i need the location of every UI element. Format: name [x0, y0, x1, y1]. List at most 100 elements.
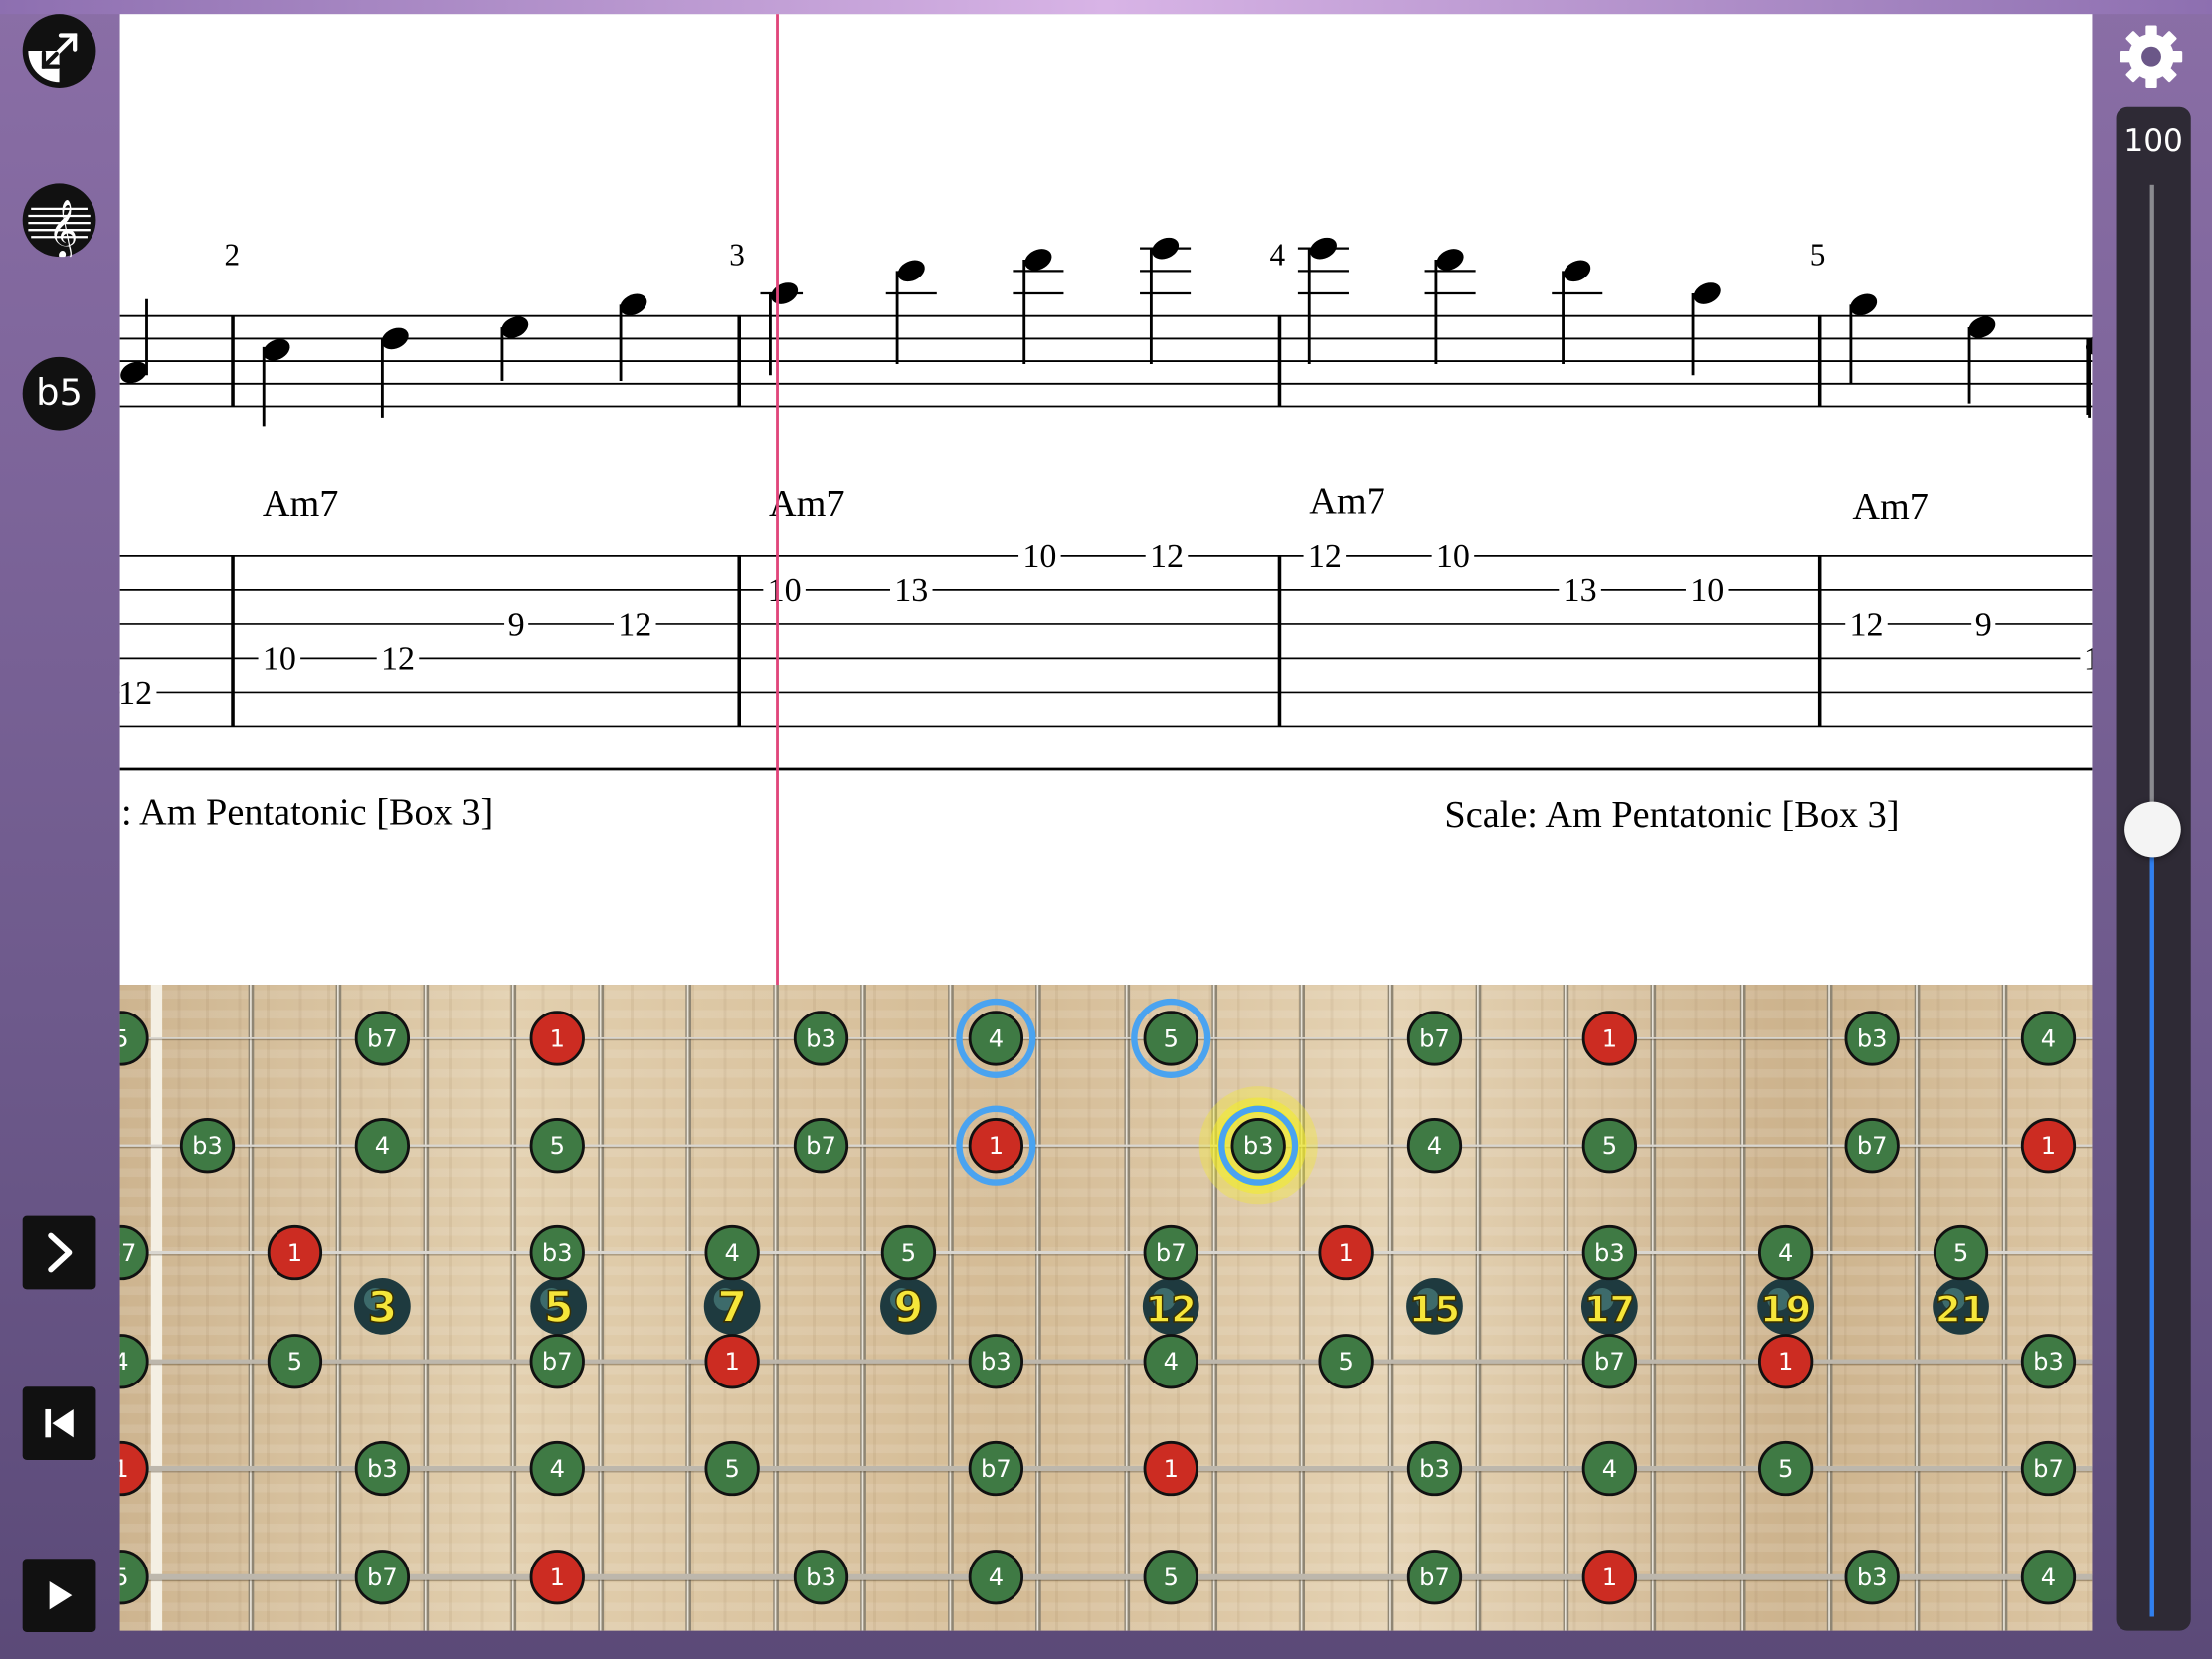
note-degree-label: 5	[724, 1455, 739, 1483]
tab-number: 10	[1022, 538, 1056, 575]
fret-number: 21	[1936, 1288, 1986, 1331]
nut	[150, 985, 163, 1631]
gear-icon	[2120, 25, 2183, 88]
note-stems	[145, 248, 2092, 427]
zoom-slider[interactable]: 100	[2116, 106, 2191, 1631]
tab-number: 13	[1564, 572, 1597, 609]
note-degree-label: b3	[192, 1132, 223, 1160]
fretboard[interactable]: 35791215171921 5b71b345b71b34b345b71b345…	[119, 985, 2093, 1631]
note-degree-label: 5	[1164, 1024, 1179, 1052]
rewind-button[interactable]	[22, 1386, 96, 1461]
note-degree-label: 4	[2041, 1024, 2056, 1052]
note-degree-label: b7	[367, 1564, 398, 1591]
flat-five-button[interactable]: b5	[22, 356, 96, 431]
note-degree-label: 5	[120, 1564, 129, 1591]
note-degree-label: b3	[1857, 1024, 1888, 1052]
tab-number: 12	[381, 642, 415, 678]
note-degree-label: 4	[550, 1455, 565, 1483]
expand-icon	[28, 33, 78, 83]
note-degree-label: b3	[1857, 1564, 1888, 1591]
measure-number: 2	[225, 238, 241, 273]
note-degree-label: 5	[1778, 1455, 1793, 1483]
tab-number: 12	[120, 675, 153, 712]
guitar-string	[119, 1037, 2093, 1039]
note-degree-label: b3	[1419, 1455, 1450, 1483]
note-degree-label: 1	[724, 1348, 739, 1376]
note-degree-label: 4	[120, 1348, 129, 1376]
note-degree-label: b7	[981, 1455, 1012, 1483]
note-degree-label: 1	[1602, 1024, 1617, 1052]
chord-symbol: Am7	[769, 483, 845, 525]
tab-number: 9	[508, 606, 525, 643]
note-degree-label: b7	[1419, 1564, 1450, 1591]
score-view[interactable]: 2 3 4 5 Am7 Am7 Am7 Am7 12 10 12 9 12 10…	[119, 14, 2093, 986]
playhead[interactable]	[776, 14, 779, 986]
treble-clef-icon: 𝄞	[28, 200, 91, 261]
note-degree-label: 5	[1602, 1132, 1617, 1160]
fret-wires	[248, 985, 2008, 1631]
note-degree-label: 1	[989, 1132, 1004, 1160]
note-degree-label: b7	[1594, 1348, 1625, 1376]
note-degree-label: b3	[542, 1239, 573, 1267]
fretboard-diagram: 35791215171921 5b71b345b71b34b345b71b345…	[119, 985, 2093, 1631]
note-degree-label: b7	[1156, 1239, 1187, 1267]
scale-label: : Am Pentatonic [Box 3]	[121, 791, 493, 832]
note-degree-label: 4	[1778, 1239, 1793, 1267]
staff-lines	[119, 314, 2093, 408]
tab-number: 12	[1849, 606, 1883, 643]
slider-value: 100	[2123, 123, 2183, 160]
note-degree-label: 5	[287, 1348, 302, 1376]
note-degree-label: 5	[120, 1024, 129, 1052]
expand-panel-button[interactable]	[22, 1215, 96, 1290]
tab-number: 10	[1690, 572, 1724, 609]
note-degree-label: 1	[550, 1024, 565, 1052]
tab-number: 9	[1975, 606, 1992, 643]
fret-number: 12	[1146, 1288, 1197, 1331]
tab-number: 10	[263, 642, 296, 678]
note-degree-label: b3	[806, 1564, 836, 1591]
note-degree-label: b7	[806, 1132, 836, 1160]
flat-five-label: b5	[36, 372, 83, 416]
note-degree-label: 1	[1338, 1239, 1353, 1267]
measure-number: 5	[1810, 238, 1826, 273]
measure-number: 4	[1270, 238, 1286, 273]
slider-thumb[interactable]	[2124, 801, 2181, 858]
note-degree-label: 4	[1164, 1348, 1179, 1376]
svg-text:𝄞: 𝄞	[48, 200, 78, 257]
note-degree-label: 1	[1778, 1348, 1793, 1376]
fret-number: 9	[894, 1284, 924, 1333]
settings-button[interactable]	[2115, 20, 2188, 93]
fret-number: 7	[717, 1284, 747, 1333]
note-degree-label: 5	[1164, 1564, 1179, 1591]
note-degree-label: 4	[375, 1132, 390, 1160]
tab-number: 10	[1436, 538, 1470, 575]
note-degree-label: b3	[981, 1348, 1012, 1376]
note-degree-label: 1	[550, 1564, 565, 1591]
notation-button[interactable]: 𝄞	[22, 183, 96, 261]
note-degree-label: 4	[724, 1239, 739, 1267]
play-button[interactable]	[22, 1559, 96, 1633]
note-degree-label: 5	[550, 1132, 565, 1160]
note-degree-label: 4	[1602, 1455, 1617, 1483]
note-degree-label: 1	[2041, 1132, 2056, 1160]
note-degree-label: b7	[1857, 1132, 1888, 1160]
tab-number: 10	[768, 572, 802, 609]
note-degree-label: b3	[2033, 1348, 2064, 1376]
guitar-string	[119, 1144, 2093, 1147]
chord-symbol: Am7	[1852, 486, 1929, 528]
slider-fill	[2149, 829, 2154, 1617]
ledger-lines	[760, 247, 1603, 295]
note-degree-label: 4	[989, 1024, 1004, 1052]
note-heads	[120, 237, 2093, 384]
tab-numbers: 12 10 12 9 12 10 13 10 12 12 10 13 10 12 9 1	[119, 538, 2093, 712]
skip-back-icon	[45, 1408, 74, 1438]
chord-symbol: Am7	[1309, 480, 1385, 522]
chevron-right-icon	[48, 1232, 73, 1273]
guitar-string	[119, 1573, 2093, 1580]
fullscreen-button[interactable]	[22, 14, 96, 88]
note-degree-label: 4	[1427, 1132, 1442, 1160]
scale-label: Scale: Am Pentatonic [Box 3]	[1444, 794, 1899, 835]
fret-number: 3	[368, 1284, 398, 1333]
fret-number: 5	[544, 1284, 574, 1333]
fret-number: 15	[1409, 1288, 1460, 1331]
